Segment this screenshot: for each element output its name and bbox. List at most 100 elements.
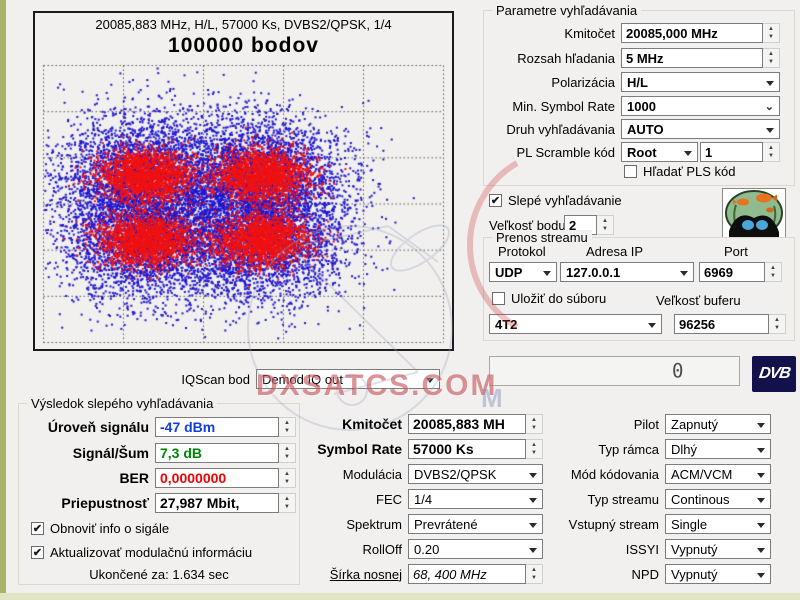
port-spinner[interactable]: 6969 ▲▼	[699, 262, 782, 282]
frame-type-select[interactable]: Dlhý	[665, 439, 771, 459]
carrier-width-label[interactable]: Šírka nosnej	[300, 567, 408, 582]
carrier-width-spinner[interactable]: 68, 400 MHz ▲▼	[408, 564, 543, 584]
spinner-arrows-icon[interactable]: ▲▼	[765, 262, 782, 282]
chevron-down-icon	[680, 271, 688, 276]
result-symbolrate-spinner[interactable]: 57000 Ks ▲▼	[408, 439, 543, 459]
spinner-arrows-icon[interactable]: ▲▼	[279, 468, 296, 488]
rolloff-select[interactable]: 0.20	[408, 539, 543, 559]
result-frequency-label: Kmitočet	[300, 416, 408, 432]
result-symbolrate-value[interactable]: 57000 Ks	[408, 439, 526, 459]
frame-type-value: Dlhý	[671, 442, 697, 457]
ip-column-header: Adresa IP	[586, 244, 643, 259]
chevron-down-icon	[766, 128, 774, 133]
update-modulation-info-checkbox[interactable]: ✔	[31, 546, 44, 559]
spinner-arrows-icon[interactable]: ▲▼	[769, 314, 786, 334]
search-range-value[interactable]: 5 MHz	[621, 48, 763, 68]
frequency-label: Kmitočet	[484, 26, 621, 41]
carrier-width-value[interactable]: 68, 400 MHz	[408, 564, 526, 584]
save-to-file-row[interactable]: Uložiť do súboru	[492, 291, 606, 306]
device-select[interactable]: 4T2	[489, 314, 662, 334]
spinner-arrows-icon[interactable]: ▲▼	[763, 48, 780, 68]
input-stream-select[interactable]: Single	[665, 514, 771, 534]
coding-mode-select[interactable]: ACM/VCM	[665, 464, 771, 484]
constellation-plot: 20085,883 MHz, H/L, 57000 Ks, DVBS2/QPSK…	[33, 11, 454, 351]
min-symbolrate-value: 1000	[627, 99, 656, 114]
stream-type-select[interactable]: Continous	[665, 489, 771, 509]
spinner-arrows-icon[interactable]: ▲▼	[279, 443, 296, 463]
chevron-down-icon	[648, 323, 656, 328]
result-frequency-spinner[interactable]: 20085,883 MH ▲▼	[408, 414, 543, 434]
protocol-select[interactable]: UDP	[489, 262, 557, 282]
result-frequency-value[interactable]: 20085,883 MH	[408, 414, 526, 434]
modulation-select[interactable]: DVBS2/QPSK	[408, 464, 543, 484]
pls-search-checkbox[interactable]	[624, 165, 637, 178]
iq-constellation-canvas	[41, 63, 446, 345]
signal-level-spinner[interactable]: -47 dBm ▲▼	[155, 417, 296, 437]
save-to-file-checkbox[interactable]	[492, 292, 505, 305]
spinner-arrows-icon[interactable]: ▲▼	[279, 417, 296, 437]
spinner-arrows-icon[interactable]: ▲▼	[763, 142, 780, 162]
throughput-spinner[interactable]: 27,987 Mbit, ▲▼	[155, 493, 296, 513]
snr-value[interactable]: 7,3 dB	[155, 443, 279, 463]
search-type-select[interactable]: AUTO	[621, 119, 780, 139]
throughput-value[interactable]: 27,987 Mbit,	[155, 493, 279, 513]
fec-select[interactable]: 1/4	[408, 489, 543, 509]
npd-select[interactable]: Vypnutý	[665, 564, 771, 584]
coding-mode-label: Mód kódovania	[540, 467, 665, 482]
modulation-value: DVBS2/QPSK	[414, 467, 496, 482]
fec-label: FEC	[300, 492, 408, 507]
modulation-label: Modulácia	[300, 467, 408, 482]
chevron-down-icon	[766, 81, 774, 86]
min-symbolrate-combo[interactable]: 1000 ⌄	[621, 96, 780, 116]
search-type-value: AUTO	[627, 122, 664, 137]
update-modulation-info-label: Aktualizovať modulačnú informáciu	[50, 545, 252, 560]
snr-label: Signál/Šum	[19, 445, 155, 461]
result-symbolrate-label: Symbol Rate	[300, 441, 408, 457]
blind-scan-checkbox[interactable]: ✔	[489, 194, 502, 207]
cat-aquarium-icon	[723, 189, 785, 237]
search-pls-checkbox-row[interactable]: Hľadať PLS kód	[624, 164, 736, 179]
port-value[interactable]: 6969	[699, 262, 765, 282]
signal-level-value[interactable]: -47 dBm	[155, 417, 279, 437]
spinner-arrows-icon[interactable]: ▲▼	[279, 493, 296, 513]
spectrum-select[interactable]: Prevrátené	[408, 514, 543, 534]
frequency-value[interactable]: 20085,000 MHz	[621, 23, 763, 43]
protocol-column-header: Protokol	[498, 244, 546, 259]
pl-scramble-mode-value: Root	[627, 145, 657, 160]
polarization-select[interactable]: H/L	[621, 72, 780, 92]
pilot-label: Pilot	[540, 417, 665, 432]
search-range-spinner[interactable]: 5 MHz ▲▼	[621, 48, 780, 68]
ip-address-select[interactable]: 127.0.0.1	[560, 262, 694, 282]
chevron-down-icon	[757, 473, 765, 478]
buffer-size-label: Veľkosť buferu	[656, 293, 741, 308]
refresh-signal-info-checkbox[interactable]: ✔	[31, 522, 44, 535]
npd-value: Vypnutý	[671, 567, 718, 582]
spinner-arrows-icon[interactable]: ▲▼	[763, 23, 780, 43]
pl-scramble-label: PL Scramble kód	[484, 145, 621, 160]
pl-scramble-mode-select[interactable]: Root	[621, 142, 698, 162]
pl-scramble-code-value[interactable]: 1	[700, 142, 763, 162]
frequency-spinner[interactable]: 20085,000 MHz ▲▼	[621, 23, 780, 43]
buffer-size-spinner[interactable]: 96256 ▲▼	[674, 314, 786, 334]
chevron-down-icon	[757, 448, 765, 453]
iqscan-select[interactable]: Demod IQ out	[256, 369, 440, 389]
blind-scan-checkbox-row[interactable]: ✔ Slepé vyhľadávanie	[489, 193, 622, 208]
spinner-arrows-icon[interactable]: ▲▼	[597, 215, 614, 235]
buffer-size-value[interactable]: 96256	[674, 314, 769, 334]
update-modulation-info-row[interactable]: ✔ Aktualizovať modulačnú informáciu	[31, 545, 252, 560]
issyi-select[interactable]: Vypnutý	[665, 539, 771, 559]
rolloff-value: 0.20	[414, 542, 439, 557]
ber-spinner[interactable]: 0,0000000 ▲▼	[155, 468, 296, 488]
stream-type-value: Continous	[671, 492, 730, 507]
pilot-select[interactable]: Zapnutý	[665, 414, 771, 434]
refresh-signal-info-row[interactable]: ✔ Obnoviť info o sigále	[31, 521, 169, 536]
input-stream-label: Vstupný stream	[540, 517, 665, 532]
finished-time-text: Ukončené za: 1.634 sec	[19, 567, 299, 582]
device-value: 4T2	[495, 317, 517, 332]
npd-label: NPD	[540, 567, 665, 582]
constellation-points-count: 100000 bodov	[35, 34, 452, 58]
ber-value[interactable]: 0,0000000	[155, 468, 279, 488]
aquarium-image	[722, 188, 786, 238]
snr-spinner[interactable]: 7,3 dB ▲▼	[155, 443, 296, 463]
pl-scramble-code-spinner[interactable]: 1 ▲▼	[700, 142, 780, 162]
